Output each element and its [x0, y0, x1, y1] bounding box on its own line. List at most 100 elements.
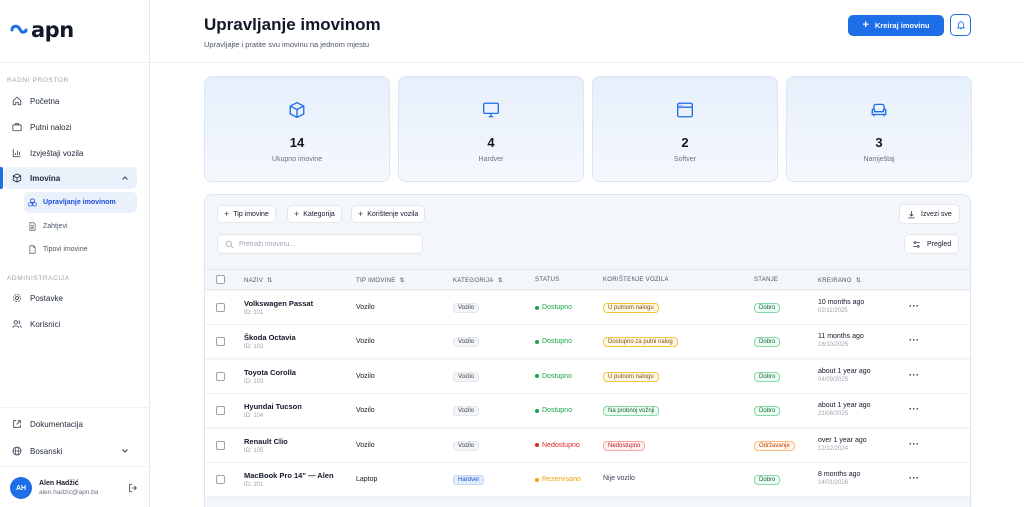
asset-name: MacBook Pro 14" — Alen — [244, 471, 334, 480]
logo[interactable]: apn — [10, 18, 74, 42]
table-row[interactable]: MacBook Pro 14" — Alen ID: 201 Laptop Hardv… — [205, 463, 970, 497]
condition-badge: Dobro — [754, 337, 781, 348]
section-label-admin: ADMINISTRACIJA — [7, 275, 70, 282]
view-options-button[interactable]: Pregled — [904, 234, 960, 254]
page-subtitle: Upravljajte i pratite svu imovinu na jed… — [204, 40, 370, 49]
filter-vehicle-usage-button[interactable]: + Korištenje vozila — [351, 205, 426, 223]
row-actions-button[interactable]: ··· — [909, 439, 920, 449]
table-row[interactable]: Renault Clio ID: 105 Vozilo Vozilo Nedostupn… — [205, 428, 970, 463]
active-indicator — [0, 167, 3, 189]
asset-type: Vozilo — [356, 372, 375, 380]
table-row[interactable]: Hyundai Tucson ID: 104 Vozilo Vozilo Dostupn… — [205, 394, 970, 429]
sidebar-subitem-label: Tipovi imovine — [43, 246, 88, 253]
column-label: STATUS — [535, 277, 560, 283]
sidebar-subitem-asset-types[interactable]: Tipovi imovine — [24, 239, 137, 260]
stat-label: Ukupno imovine — [271, 156, 323, 163]
condition-badge: Održavanje — [754, 440, 795, 451]
created-relative: over 1 year ago — [818, 436, 867, 444]
asset-type: Vozilo — [356, 441, 375, 449]
export-all-button[interactable]: Izvezi sve — [899, 204, 960, 224]
row-checkbox[interactable] — [216, 440, 225, 450]
status-dot — [535, 408, 539, 413]
row-actions-button[interactable]: ··· — [909, 473, 920, 483]
filter-label: Korištenje vozila — [367, 210, 419, 218]
sidebar-item-label: Početna — [30, 96, 60, 106]
sidebar-item-docs[interactable]: Dokumentacija — [4, 413, 137, 435]
asset-name-cell: MacBook Pro 14" — Alen ID: 201 — [244, 471, 334, 488]
logout-icon[interactable] — [128, 483, 138, 493]
asset-id: ID: 104 — [244, 413, 264, 420]
column-header-created[interactable]: KREIRANO ⇅ — [818, 277, 861, 285]
row-actions-button[interactable]: ··· — [909, 370, 920, 380]
sidebar-item-home[interactable]: Početna — [4, 90, 137, 112]
box-icon — [12, 173, 22, 183]
condition-badge: Dobro — [754, 371, 781, 382]
row-actions-button[interactable]: ··· — [909, 301, 920, 311]
filter-label: Kategorija — [303, 210, 335, 218]
asset-name-cell: Hyundai Tucson ID: 104 — [244, 402, 302, 419]
assets-panel: + Tip imovine + Kategorija + Korištenje … — [204, 194, 971, 507]
sidebar-subitem-requests[interactable]: Zahtjevi — [24, 216, 137, 237]
condition-cell: Održavanje — [754, 440, 795, 451]
sofa-icon — [871, 103, 887, 117]
row-checkbox[interactable] — [216, 475, 225, 484]
search-input[interactable] — [239, 240, 419, 248]
row-checkbox[interactable] — [216, 303, 225, 312]
search-icon — [225, 240, 234, 248]
asset-name: Volkswagen Passat — [244, 299, 314, 308]
user-profile[interactable]: AH Alen Hadžić alen.hadzic@apn.ba — [10, 477, 98, 499]
status-dot — [535, 374, 539, 379]
sidebar-item-users[interactable]: Korisnici — [4, 313, 137, 335]
column-header-vehicle-usage: KORIŠTENJE VOZILA — [603, 277, 669, 283]
category-cell: Vozilo — [453, 337, 480, 348]
external-link-icon — [13, 420, 21, 428]
sidebar-item-vehicle-reports[interactable]: Izvještaji vozila — [4, 142, 137, 164]
row-checkbox[interactable] — [216, 406, 225, 416]
column-label: KREIRANO — [818, 277, 852, 284]
category-cell: Vozilo — [453, 440, 480, 451]
search-box[interactable] — [217, 234, 423, 254]
sidebar: apn RADNI PROSTOR Početna Putni nalozi I… — [0, 0, 150, 507]
select-all-checkbox[interactable] — [216, 275, 225, 284]
notifications-button[interactable] — [950, 14, 971, 36]
vehicle-usage-badge: Nedostupno — [603, 440, 646, 451]
boxes-icon — [28, 198, 37, 207]
sidebar-subitem-label: Upravljanje imovinom — [43, 199, 116, 206]
condition-cell: Dobro — [754, 475, 781, 485]
language-select[interactable]: Bosanski — [4, 440, 137, 462]
plus-icon: + — [862, 19, 869, 31]
table-row[interactable]: Volkswagen Passat ID: 101 Vozilo Vozilo Dost… — [205, 291, 970, 325]
table-row[interactable]: Škoda Octavia ID: 102 Vozilo Vozilo Dostupno… — [205, 325, 970, 360]
chevron-up-icon[interactable] — [121, 174, 129, 182]
column-header-category[interactable]: KATEGORIJA ⇅ — [453, 277, 503, 285]
sidebar-item-settings[interactable]: Postavke — [4, 287, 137, 309]
row-actions-button[interactable]: ··· — [909, 335, 920, 345]
cube-icon — [289, 101, 305, 119]
create-asset-button[interactable]: + Kreiraj imovinu — [848, 15, 944, 36]
row-checkbox[interactable] — [216, 371, 225, 381]
status-cell: Dostupno — [535, 373, 572, 380]
home-icon — [12, 96, 22, 106]
asset-name-cell: Toyota Corolla ID: 103 — [244, 368, 296, 385]
sidebar-item-travel-orders[interactable]: Putni nalozi — [4, 116, 137, 138]
column-header-type[interactable]: TIP IMOVINE ⇅ — [356, 277, 405, 285]
table-row[interactable]: Toyota Corolla ID: 103 Vozilo Vozilo Dostupn… — [205, 359, 970, 394]
stat-value: 14 — [289, 135, 305, 150]
sidebar-item-label: Postavke — [30, 293, 63, 303]
filter-asset-type-button[interactable]: + Tip imovine — [217, 205, 276, 223]
stat-value: 3 — [875, 135, 883, 150]
sidebar-item-assets[interactable]: Imovina — [4, 167, 137, 189]
column-header-name[interactable]: NAZIV ⇅ — [244, 277, 273, 285]
sidebar-subitem-label: Zahtjevi — [43, 223, 68, 230]
logo-text: apn — [31, 18, 74, 42]
created-relative: about 1 year ago — [818, 402, 871, 410]
created-date: 14/01/2026 — [818, 480, 849, 486]
row-actions-button[interactable]: ··· — [909, 404, 920, 414]
sort-icon: ⇅ — [399, 278, 405, 284]
row-checkbox[interactable] — [216, 337, 225, 347]
section-label-workspace: RADNI PROSTOR — [7, 77, 69, 84]
status-label: Dostupno — [542, 338, 572, 346]
stat-value: 4 — [487, 135, 495, 150]
filter-category-button[interactable]: + Kategorija — [287, 205, 342, 223]
sidebar-subitem-asset-management[interactable]: Upravljanje imovinom — [24, 192, 137, 213]
